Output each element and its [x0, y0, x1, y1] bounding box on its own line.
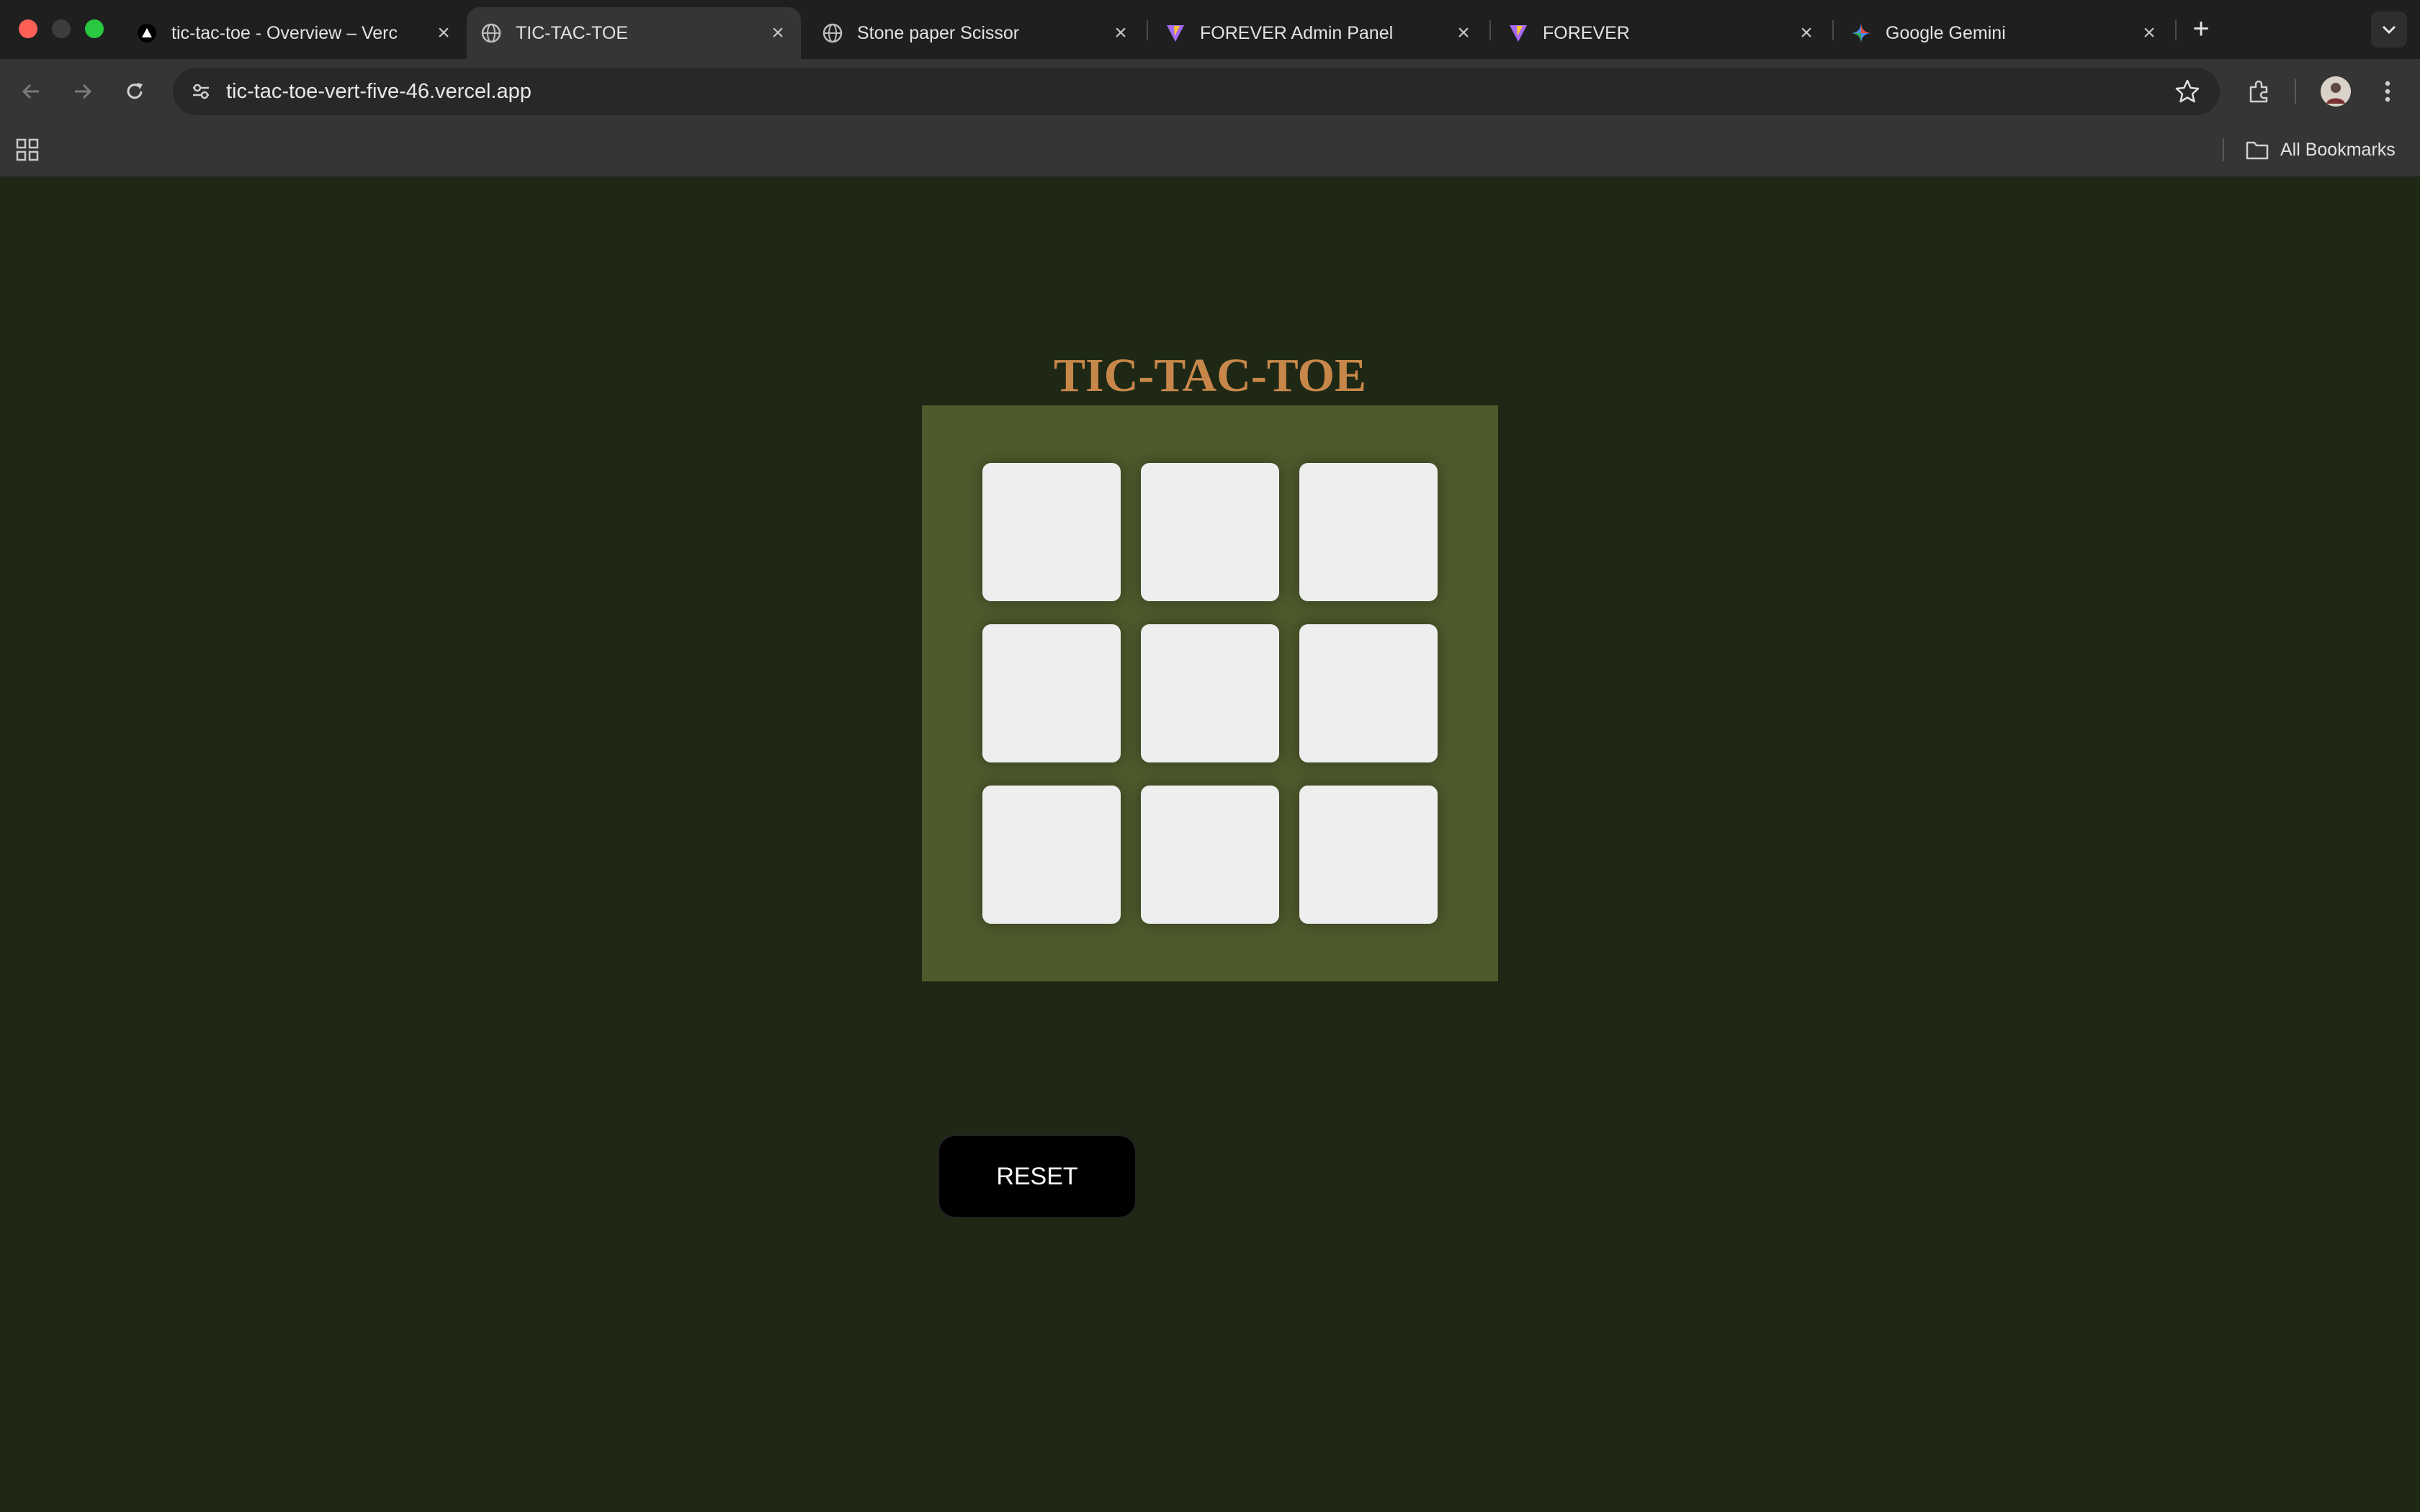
tab-tic-tac-toe[interactable]: TIC-TAC-TOE × — [467, 7, 801, 59]
reload-button[interactable] — [118, 75, 151, 108]
board-cell[interactable] — [1299, 786, 1438, 924]
arrow-right-icon — [75, 84, 92, 99]
tab-divider — [2175, 20, 2177, 40]
board-cell[interactable] — [1141, 463, 1279, 601]
board-cell[interactable] — [982, 463, 1121, 601]
extensions-button[interactable] — [2243, 75, 2276, 108]
all-bookmarks-label: All Bookmarks — [2280, 139, 2396, 160]
reload-icon — [127, 83, 143, 99]
chevron-down-icon — [2382, 25, 2396, 35]
window-zoom-button[interactable] — [85, 19, 104, 38]
back-button[interactable] — [14, 75, 48, 108]
globe-icon — [823, 23, 843, 43]
board-cell[interactable] — [1299, 463, 1438, 601]
forward-button[interactable] — [66, 75, 99, 108]
bookmarks-bar: All Bookmarks — [0, 124, 2420, 177]
puzzle-icon — [2249, 80, 2268, 103]
bookmarks-divider — [2223, 138, 2224, 161]
window-minimize-button[interactable] — [52, 19, 71, 38]
tab-divider — [1832, 20, 1834, 40]
close-icon[interactable]: × — [768, 22, 788, 44]
board-cell[interactable] — [982, 786, 1121, 924]
tab-divider — [1489, 20, 1491, 40]
tab-title: FOREVER Admin Panel — [1200, 22, 1394, 43]
page-title: TIC-TAC-TOE — [1054, 349, 1366, 402]
tab-stone-paper-scissor[interactable]: Stone paper Scissor × — [808, 7, 1144, 59]
address-bar[interactable]: tic-tac-toe-vert-five-46.vercel.app — [173, 68, 2220, 115]
board-cell[interactable] — [1299, 624, 1438, 762]
close-icon[interactable]: × — [1796, 22, 1816, 44]
more-vert-icon — [2385, 81, 2390, 102]
avatar[interactable] — [2321, 76, 2351, 107]
site-info-button[interactable] — [184, 75, 218, 108]
tab-title: TIC-TAC-TOE — [516, 22, 629, 43]
globe-icon — [481, 23, 501, 43]
new-tab-button[interactable]: + — [2187, 13, 2215, 45]
board-cell[interactable] — [1141, 624, 1279, 762]
arrow-left-icon — [22, 84, 39, 99]
star-icon[interactable] — [2174, 78, 2201, 105]
tab-title: Google Gemini — [1886, 22, 2006, 43]
browser-toolbar: tic-tac-toe-vert-five-46.vercel.app — [0, 59, 2420, 124]
close-icon[interactable]: × — [2139, 22, 2159, 44]
tab-search-button[interactable] — [2371, 12, 2407, 48]
close-icon[interactable]: × — [434, 22, 454, 44]
vite-logo-icon — [1508, 23, 1528, 43]
toolbar-divider — [2295, 79, 2296, 104]
tab-title: tic-tac-toe - Overview – Verc — [171, 22, 398, 43]
board-cell[interactable] — [982, 624, 1121, 762]
tab-google-gemini[interactable]: Google Gemini × — [1837, 7, 2172, 59]
tab-forever[interactable]: FOREVER × — [1494, 7, 1829, 59]
close-icon[interactable]: × — [1111, 22, 1131, 44]
game-board — [922, 405, 1498, 981]
tab-vercel-overview[interactable]: tic-tac-toe - Overview – Verc × — [122, 7, 467, 59]
close-icon[interactable]: × — [1453, 22, 1474, 44]
all-bookmarks-button[interactable]: All Bookmarks — [2246, 135, 2396, 164]
tab-title: Stone paper Scissor — [857, 22, 1020, 43]
profile-picture — [2321, 76, 2351, 107]
vercel-triangle-icon — [137, 23, 157, 43]
tab-forever-admin[interactable]: FOREVER Admin Panel × — [1151, 7, 1487, 59]
reset-button[interactable]: RESET — [938, 1135, 1137, 1218]
window-close-button[interactable] — [19, 19, 37, 38]
tab-strip: tic-tac-toe - Overview – Verc × TIC-TAC-… — [0, 0, 2420, 59]
folder-icon — [2246, 141, 2269, 160]
url-text[interactable]: tic-tac-toe-vert-five-46.vercel.app — [226, 68, 532, 115]
board-cell[interactable] — [1141, 786, 1279, 924]
tune-icon — [193, 84, 209, 99]
apps-grid-icon[interactable] — [14, 137, 40, 163]
menu-button[interactable] — [2371, 75, 2404, 108]
tab-title: FOREVER — [1543, 22, 1630, 43]
gemini-sparkle-icon — [1851, 23, 1871, 43]
vite-logo-icon — [1165, 23, 1186, 43]
tab-divider — [1147, 20, 1148, 40]
